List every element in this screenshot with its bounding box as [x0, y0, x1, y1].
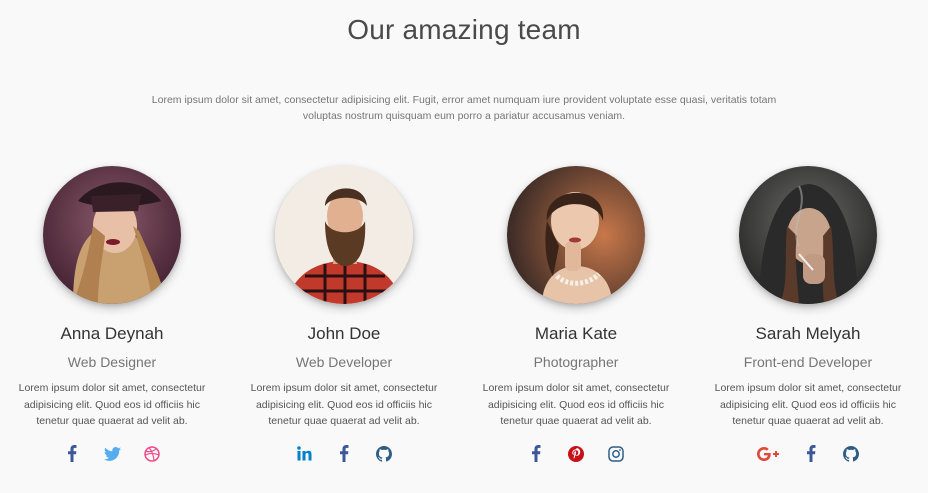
- linkedin-icon[interactable]: [295, 445, 313, 463]
- team-section: Our amazing team Lorem ipsum dolor sit a…: [0, 0, 928, 493]
- github-icon[interactable]: [375, 445, 393, 463]
- social-links: [703, 444, 913, 464]
- member-description: Lorem ipsum dolor sit amet, consectetur …: [18, 382, 206, 427]
- avatar: [739, 166, 877, 304]
- facebook-icon[interactable]: [63, 445, 81, 463]
- portrait-photo: [739, 166, 877, 304]
- team-member-card: Sarah Melyah Front-end Developer Lorem i…: [703, 166, 913, 464]
- twitter-icon[interactable]: [103, 445, 121, 463]
- portrait-photo: [275, 166, 413, 304]
- facebook-icon[interactable]: [335, 445, 353, 463]
- member-role: Web Designer: [67, 354, 157, 370]
- instagram-icon[interactable]: [607, 445, 625, 463]
- member-name: Maria Kate: [534, 324, 618, 343]
- dribbble-icon[interactable]: [143, 445, 161, 463]
- team-member-card: John Doe Web Developer Lorem ipsum dolor…: [239, 166, 449, 464]
- pinterest-icon[interactable]: [567, 445, 585, 463]
- member-description: Lorem ipsum dolor sit amet, consectetur …: [250, 382, 438, 427]
- section-title: Our amazing team: [347, 14, 581, 45]
- member-role: Front-end Developer: [743, 354, 873, 370]
- section-intro: Lorem ipsum dolor sit amet, consectetur …: [151, 94, 777, 122]
- facebook-icon[interactable]: [802, 445, 820, 463]
- team-member-card: Anna Deynah Web Designer Lorem ipsum dol…: [7, 166, 217, 464]
- member-description: Lorem ipsum dolor sit amet, consectetur …: [482, 382, 670, 427]
- portrait-photo: [507, 166, 645, 304]
- avatar: [507, 166, 645, 304]
- member-description: Lorem ipsum dolor sit amet, consectetur …: [714, 382, 902, 427]
- member-role: Web Developer: [295, 354, 393, 370]
- member-name: Sarah Melyah: [755, 324, 861, 343]
- social-links: [471, 444, 681, 464]
- social-links: [7, 444, 217, 464]
- portrait-photo: [43, 166, 181, 304]
- social-links: [239, 444, 449, 464]
- member-name: John Doe: [307, 324, 381, 343]
- google-plus-icon[interactable]: [756, 445, 780, 463]
- github-icon[interactable]: [842, 445, 860, 463]
- team-member-card: Maria Kate Photographer Lorem ipsum dolo…: [471, 166, 681, 464]
- avatar: [275, 166, 413, 304]
- member-role: Photographer: [533, 354, 619, 370]
- facebook-icon[interactable]: [527, 445, 545, 463]
- member-name: Anna Deynah: [60, 324, 164, 343]
- avatar: [43, 166, 181, 304]
